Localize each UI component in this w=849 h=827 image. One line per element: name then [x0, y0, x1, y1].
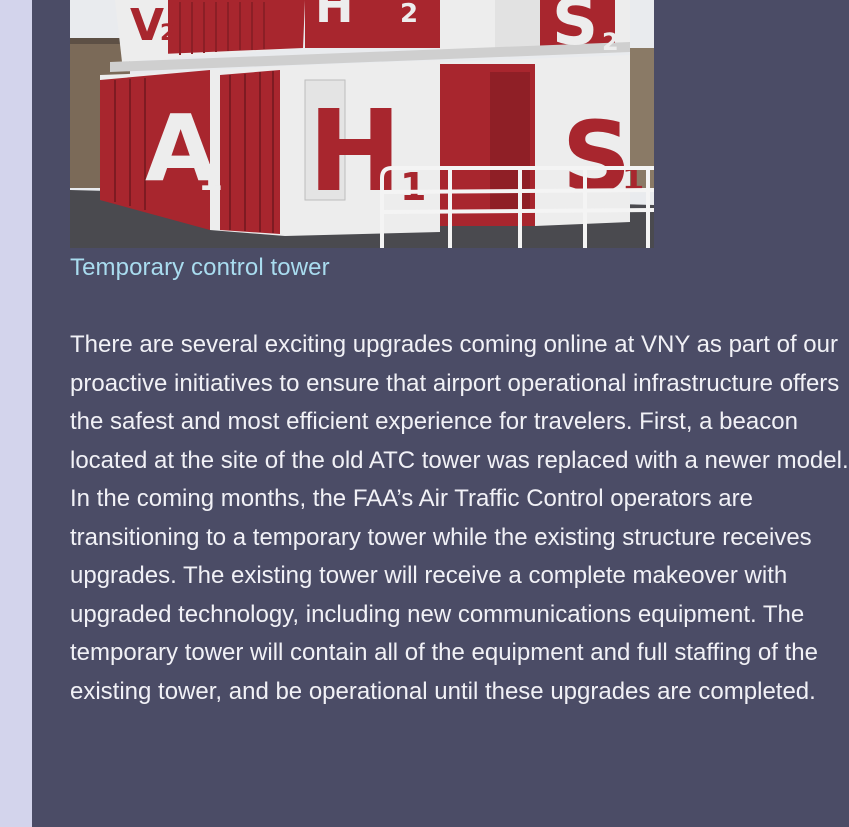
letter-h1: H [308, 87, 402, 217]
article-paragraph: There are several exciting upgrades comi… [70, 331, 849, 705]
temporary-tower-photo: V 2 H 2 S 2 A 1 H 1 S 1 [70, 0, 654, 248]
svg-text:1: 1 [198, 158, 223, 199]
svg-text:2: 2 [400, 0, 418, 29]
letter-s1: S [562, 101, 631, 213]
svg-text:1: 1 [622, 160, 644, 198]
letter-v2: V [130, 0, 164, 51]
svg-text:1: 1 [400, 165, 426, 209]
content-panel: V 2 H 2 S 2 A 1 H 1 S 1 Temporary contro… [32, 0, 849, 827]
photo-caption: Temporary control tower [70, 254, 330, 281]
svg-text:2: 2 [160, 21, 175, 46]
letter-s2: S [552, 0, 598, 60]
svg-text:2: 2 [602, 28, 619, 56]
letter-h2: H [315, 0, 354, 33]
